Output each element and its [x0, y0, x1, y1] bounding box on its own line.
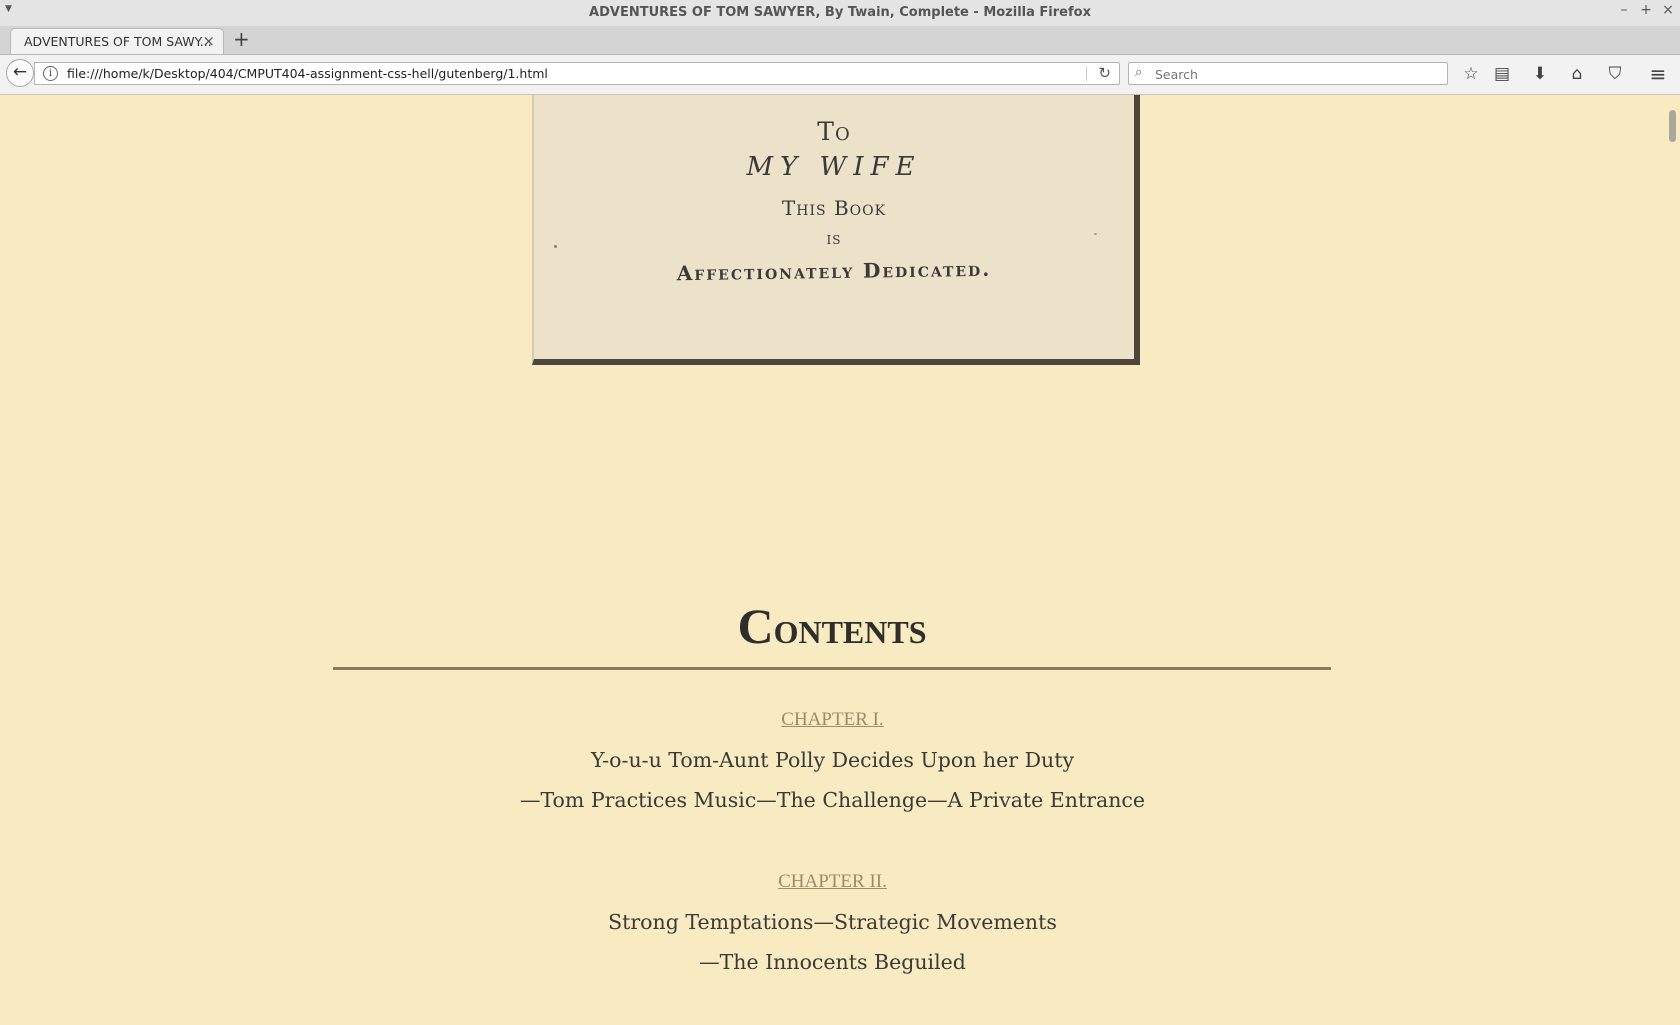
maximize-button[interactable]: +	[1637, 2, 1655, 18]
search-input[interactable]	[1153, 65, 1437, 84]
scrollbar-thumb[interactable]	[1669, 110, 1676, 142]
url-bar[interactable]: i file:///home/k/Desktop/404/CMPUT404-as…	[34, 62, 1120, 85]
window-title: ADVENTURES OF TOM SAWYER, By Twain, Comp…	[589, 5, 1091, 20]
chapter-1-summary-line-1: Y-o-u-u Tom-Aunt Polly Decides Upon her …	[590, 748, 1075, 772]
contents-rule	[333, 667, 1331, 670]
browser-window: ▼ ADVENTURES OF TOM SAWYER, By Twain, Co…	[0, 0, 1680, 1025]
title-bar: ▼ ADVENTURES OF TOM SAWYER, By Twain, Co…	[0, 0, 1680, 27]
contents-heading: CONTENTS	[333, 600, 1331, 654]
back-arrow-icon: ←	[12, 62, 28, 82]
reading-list-icon[interactable]: ▤	[1491, 63, 1513, 85]
tab-tom-sawyer[interactable]: ADVENTURES OF TOM SAWY... ×	[10, 28, 224, 54]
hamburger-menu-icon[interactable]: ≡	[1647, 63, 1669, 85]
chapter-1-summary-line-2: —Tom Practices Music—The Challenge—A Pri…	[519, 788, 1146, 812]
chapter-1-link[interactable]: CHAPTER I.	[0, 709, 1665, 731]
pocket-icon[interactable]: ⛉	[1604, 63, 1626, 85]
downloads-icon[interactable]: ⬇	[1529, 63, 1551, 85]
contents-heading-initial: C	[737, 598, 774, 654]
dedication-affectionately: Affectionately Dedicated.	[676, 256, 992, 286]
new-tab-button[interactable]: +	[233, 27, 250, 51]
search-icon[interactable]: ⌕	[1135, 65, 1142, 80]
url-bar-separator	[1086, 66, 1087, 81]
navigation-bar: ← i file:///home/k/Desktop/404/CMPUT404-…	[0, 55, 1680, 95]
tab-strip: ADVENTURES OF TOM SAWY... ×	[0, 26, 1680, 55]
dedication-my-wife: MY WIFE	[746, 152, 922, 182]
tab-label: ADVENTURES OF TOM SAWY...	[24, 34, 212, 49]
page-content[interactable]: To MY WIFE This Book is Affectionately D…	[0, 95, 1665, 1025]
chapter-2-summary-line-2: —The Innocents Beguiled	[699, 950, 966, 974]
minimize-button[interactable]: –	[1615, 2, 1633, 18]
dedication-is: is	[826, 229, 842, 249]
site-info-icon[interactable]: i	[43, 66, 58, 81]
reload-icon[interactable]: ↻	[1098, 64, 1111, 82]
url-text[interactable]: file:///home/k/Desktop/404/CMPUT404-assi…	[67, 66, 548, 81]
vertical-scrollbar[interactable]	[1665, 95, 1680, 1025]
chapter-2-link[interactable]: CHAPTER II.	[0, 871, 1665, 893]
dedication-this-book: This Book	[781, 196, 887, 220]
chapter-2-summary-line-1: Strong Temptations—Strategic Movements	[608, 910, 1057, 934]
dedication-to: To	[817, 117, 851, 146]
dedication-image: To MY WIFE This Book is Affectionately D…	[532, 95, 1140, 365]
close-window-button[interactable]: ×	[1659, 2, 1677, 18]
bookmark-star-icon[interactable]: ☆	[1460, 63, 1482, 85]
search-bar[interactable]: ⌕	[1128, 62, 1448, 85]
close-tab-icon[interactable]: ×	[202, 32, 215, 50]
contents-heading-rest: ONTENTS	[773, 602, 927, 653]
home-icon[interactable]: ⌂	[1566, 63, 1588, 85]
back-button[interactable]: ←	[6, 59, 34, 87]
